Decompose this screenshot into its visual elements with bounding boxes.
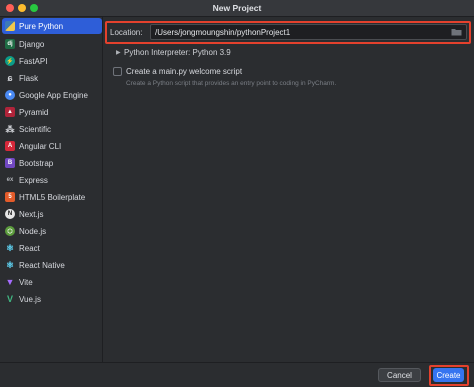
nextjs-icon: N [5,209,15,219]
sidebar-item-label: Node.js [19,226,47,236]
sidebar-item-label: Flask [19,73,39,83]
welcome-script-label: Create a main.py welcome script [126,67,243,76]
sidebar-item-label: FastAPI [19,56,48,66]
flask-icon: ɕ [7,73,13,83]
cancel-button[interactable]: Cancel [378,368,421,382]
django-icon: dj [5,39,15,49]
sidebar-item-label: Scientific [19,124,52,134]
express-icon: ex [6,177,14,183]
google-app-engine-icon: ● [5,90,15,100]
sidebar-item-react-native[interactable]: ⚛ React Native [2,257,102,273]
sidebar-item-html5-boilerplate[interactable]: 5 HTML5 Boilerplate [2,189,102,205]
vite-icon: ▼ [5,277,15,287]
sidebar-item-vuejs[interactable]: V Vue.js [2,291,102,307]
location-label: Location: [110,28,143,37]
sidebar-item-express[interactable]: ex Express [2,172,102,188]
sidebar-item-label: Vue.js [19,294,41,304]
sidebar-item-label: React [19,243,40,253]
sidebar-item-label: Bootstrap [19,158,54,168]
sidebar-item-angular-cli[interactable]: A Angular CLI [2,138,102,154]
chevron-right-icon: ▶ [116,50,121,56]
nodejs-icon: ⬡ [5,226,15,236]
sidebar-item-bootstrap[interactable]: B Bootstrap [2,155,102,171]
html5-icon: 5 [5,192,15,202]
sidebar-item-label: Express [19,175,48,185]
sidebar-item-label: React Native [19,260,65,270]
sidebar-item-scientific[interactable]: ⁂ Scientific [2,121,102,137]
sidebar-item-label: Django [19,39,45,49]
welcome-script-option[interactable]: Create a main.py welcome script [113,67,242,76]
sidebar-item-react[interactable]: ⚛ React [2,240,102,256]
welcome-script-hint: Create a Python script that provides an … [126,80,337,87]
sidebar-item-vite[interactable]: ▼ Vite [2,274,102,290]
scientific-icon: ⁂ [5,123,15,134]
folder-browse-icon[interactable] [451,28,462,36]
sidebar-item-fastapi[interactable]: ⚡ FastAPI [2,53,102,69]
sidebar-item-pyramid[interactable]: ▲ Pyramid [2,104,102,120]
sidebar-item-label: HTML5 Boilerplate [19,192,86,202]
sidebar-item-google-app-engine[interactable]: ● Google App Engine [2,87,102,103]
angular-icon: A [5,141,15,151]
create-button[interactable]: Create [433,368,464,382]
sidebar-item-label: Next.js [19,209,44,219]
react-icon: ⚛ [5,242,15,253]
python-icon [5,21,15,31]
project-type-sidebar: Pure Python dj Django ⚡ FastAPI ɕ Flask … [0,17,103,362]
sidebar-item-pure-python[interactable]: Pure Python [2,18,102,34]
react-native-icon: ⚛ [5,259,15,270]
title-bar: New Project [0,0,474,17]
window-title: New Project [212,3,262,13]
sidebar-item-label: Vite [19,277,33,287]
python-interpreter-toggle[interactable]: ▶ Python Interpreter: Python 3.9 [116,48,231,57]
python-interpreter-label: Python Interpreter: Python 3.9 [124,48,231,57]
sidebar-item-label: Angular CLI [19,141,62,151]
bootstrap-icon: B [5,158,15,168]
fastapi-icon: ⚡ [5,56,15,66]
vuejs-icon: V [6,294,13,304]
location-input[interactable]: /Users/jongmoungshin/pythonProject1 [150,24,467,40]
sidebar-item-label: Pure Python [19,21,64,31]
sidebar-item-label: Google App Engine [19,90,88,100]
sidebar-item-flask[interactable]: ɕ Flask [2,70,102,86]
pyramid-icon: ▲ [5,107,15,117]
sidebar-item-label: Pyramid [19,107,49,117]
location-value: /Users/jongmoungshin/pythonProject1 [155,28,291,37]
sidebar-item-nextjs[interactable]: N Next.js [2,206,102,222]
sidebar-item-django[interactable]: dj Django [2,36,102,52]
welcome-script-checkbox[interactable] [113,67,122,76]
sidebar-item-nodejs[interactable]: ⬡ Node.js [2,223,102,239]
